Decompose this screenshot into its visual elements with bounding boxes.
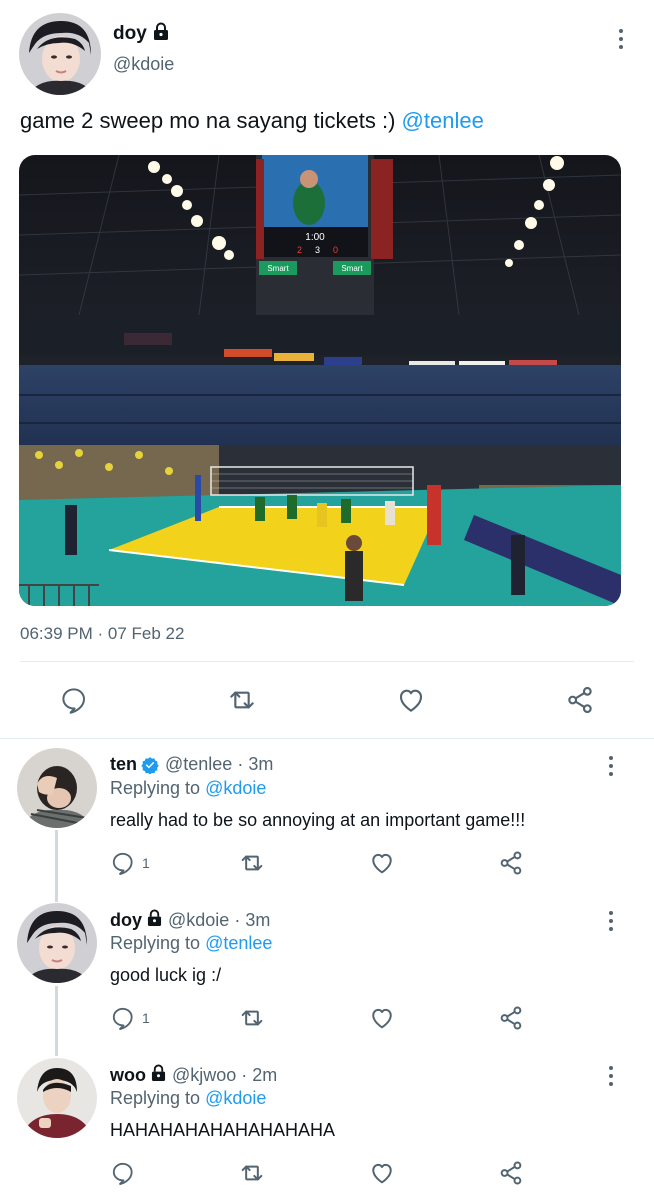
scoreboard-time: 1:00: [305, 232, 325, 243]
reply-icon[interactable]: [110, 1158, 142, 1188]
replying-to-mention[interactable]: @kdoie: [205, 778, 266, 798]
replying-to-line: Replying to @kdoie: [110, 1088, 266, 1109]
verified-icon: [141, 756, 159, 774]
reply-action-bar: 1: [100, 848, 540, 878]
replying-to-mention[interactable]: @tenlee: [205, 933, 272, 953]
reply-time[interactable]: · 3m: [237, 754, 273, 775]
retweet-icon[interactable]: [238, 1003, 266, 1033]
reply-text: good luck ig :/: [110, 965, 222, 985]
lock-icon: [151, 1064, 166, 1086]
author-name-row[interactable]: doy: [113, 22, 169, 46]
replying-to-prefix: Replying to: [110, 1088, 201, 1108]
retweet-icon[interactable]: [238, 848, 266, 878]
tweet-action-bar: [0, 680, 654, 720]
author-avatar[interactable]: [19, 13, 101, 95]
tweet-text: game 2 sweep mo na sayang tickets :) @te…: [20, 108, 484, 134]
reply-icon[interactable]: 1: [110, 848, 150, 878]
reply-header: doy @kdoie · 3m: [110, 909, 270, 931]
share-icon[interactable]: [497, 1003, 525, 1033]
lock-icon: [147, 909, 162, 931]
tweet-photo[interactable]: 1:00 2 3 0 Smart Smart: [19, 155, 621, 606]
reply-display-name[interactable]: woo: [110, 1065, 146, 1086]
share-icon[interactable]: [560, 680, 600, 720]
reply-count: 1: [142, 1010, 150, 1026]
retweet-icon[interactable]: [222, 680, 262, 720]
reply-action-bar: 1: [100, 1003, 540, 1033]
share-icon[interactable]: [497, 848, 525, 878]
reply-display-name[interactable]: ten: [110, 754, 137, 775]
reply-action-bar: [100, 1158, 540, 1188]
reply-display-name[interactable]: doy: [110, 910, 142, 931]
tweet-text-body: game 2 sweep mo na sayang tickets :): [20, 108, 396, 133]
reply-text: really had to be so annoying at an impor…: [110, 810, 526, 830]
reply-handle[interactable]: @kjwoo: [172, 1065, 236, 1086]
author-display-name[interactable]: doy: [113, 23, 147, 45]
tweet-mention-link[interactable]: @tenlee: [402, 108, 484, 133]
reply-item[interactable]: doy @kdoie · 3m Replying to @tenlee good…: [0, 895, 654, 1045]
svg-text:0: 0: [333, 245, 338, 255]
reply-icon[interactable]: [54, 680, 94, 720]
replying-to-mention[interactable]: @kdoie: [205, 1088, 266, 1108]
reply-count: 1: [142, 855, 150, 871]
more-options-icon[interactable]: [618, 29, 624, 49]
like-icon[interactable]: [368, 848, 396, 878]
reply-item[interactable]: woo @kjwoo · 2m Replying to @kdoie HAHAH…: [0, 1050, 654, 1200]
main-tweet: doy @kdoie game 2 sweep mo na sayang tic…: [0, 0, 654, 740]
reply-handle[interactable]: @kdoie: [168, 910, 229, 931]
replying-to-line: Replying to @tenlee: [110, 933, 272, 954]
tweet-timestamp[interactable]: 06:39 PM · 07 Feb 22: [20, 624, 184, 644]
reply-avatar[interactable]: [17, 1058, 97, 1138]
like-icon[interactable]: [368, 1158, 396, 1188]
more-options-icon[interactable]: [608, 1066, 614, 1086]
reply-header: woo @kjwoo · 2m: [110, 1064, 277, 1086]
like-icon[interactable]: [368, 1003, 396, 1033]
share-icon[interactable]: [497, 1158, 525, 1188]
reply-avatar[interactable]: [17, 748, 97, 828]
svg-text:3: 3: [315, 245, 320, 255]
author-handle[interactable]: @kdoie: [113, 54, 174, 75]
lock-icon: [153, 22, 169, 46]
scoreboard-sponsor-left: Smart: [267, 264, 289, 273]
replying-to-prefix: Replying to: [110, 933, 201, 953]
replying-to-line: Replying to @kdoie: [110, 778, 266, 799]
more-options-icon[interactable]: [608, 911, 614, 931]
like-icon[interactable]: [391, 680, 431, 720]
retweet-icon[interactable]: [238, 1158, 266, 1188]
reply-text: HAHAHAHAHAHAHAHAHA: [110, 1120, 336, 1140]
reply-icon[interactable]: 1: [110, 1003, 150, 1033]
reply-item[interactable]: ten @tenlee · 3m Replying to @kdoie real…: [0, 740, 654, 890]
svg-text:2: 2: [297, 245, 302, 255]
scoreboard-sponsor-right: Smart: [341, 264, 363, 273]
replying-to-prefix: Replying to: [110, 778, 201, 798]
reply-avatar[interactable]: [17, 903, 97, 983]
reply-handle[interactable]: @tenlee: [165, 754, 232, 775]
reply-header: ten @tenlee · 3m: [110, 754, 273, 775]
reply-time[interactable]: · 3m: [234, 910, 270, 931]
divider-top: [20, 661, 634, 662]
reply-time[interactable]: · 2m: [241, 1065, 277, 1086]
divider-bottom: [0, 738, 654, 739]
more-options-icon[interactable]: [608, 756, 614, 776]
